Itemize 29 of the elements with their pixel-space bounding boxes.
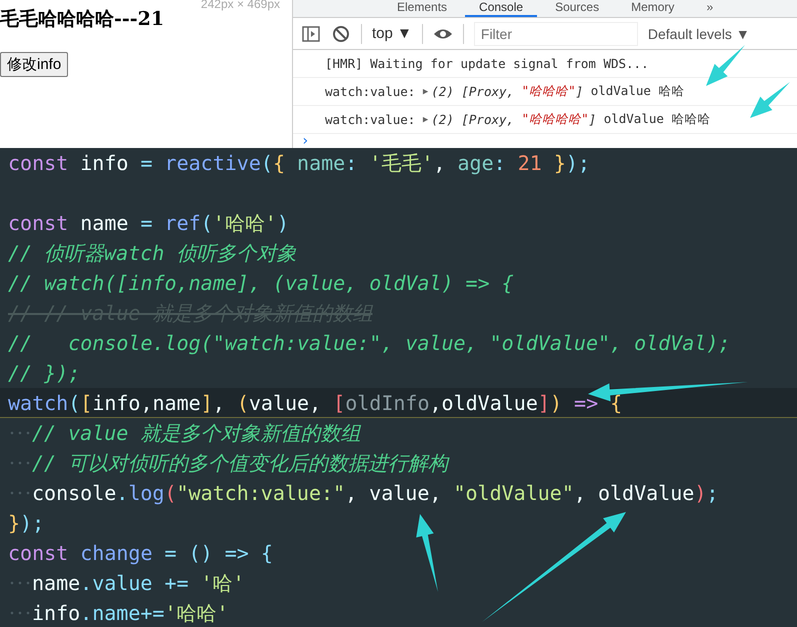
devtools-tab[interactable]: Memory <box>617 0 688 17</box>
devtools-tab[interactable]: Elements <box>383 0 462 17</box>
code-line: }); <box>8 510 44 537</box>
console-prompt[interactable]: › <box>293 134 310 148</box>
clear-console-icon[interactable] <box>331 24 351 44</box>
code-line: console.log("watch:value:", value, "oldValue", oldValue); <box>32 480 718 507</box>
code-line: // 可以对侦听的多个值变化后的数据进行解构 <box>32 450 448 477</box>
context-dropdown[interactable]: top ▼ <box>372 25 412 42</box>
devtools-tab[interactable]: » <box>692 0 728 17</box>
code-line: const info = reactive({ name: '毛毛', age: 21 }); <box>8 150 590 177</box>
code-line: // 侦听器watch 侦听多个对象 <box>8 240 296 267</box>
code-line: // console.log("watch:value:", value, "oldValue", oldVal); <box>8 330 730 357</box>
code-line: // }); <box>8 360 80 387</box>
annotation-arrow <box>706 45 745 86</box>
code-line: // value 就是多个对象新值的数组 <box>32 420 360 447</box>
devtools-tab[interactable]: Sources <box>541 0 614 17</box>
filter-field[interactable]: Filter <box>474 22 638 46</box>
log-levels-dropdown[interactable]: Default levels ▼ <box>648 26 750 42</box>
code-line: info.name+='哈哈' <box>32 600 229 627</box>
code-line: name.value += '哈' <box>32 570 245 597</box>
annotation-arrow <box>750 82 790 118</box>
devtools-tab[interactable]: Console <box>465 0 538 17</box>
sidebar-toggle-icon[interactable] <box>301 24 321 44</box>
edit-info-button[interactable]: 修改info <box>0 52 68 77</box>
code-line: const name = ref('哈哈') <box>8 210 289 237</box>
code-line: const change = () => { <box>8 540 273 567</box>
page-heading: 毛毛哈哈哈哈---21 <box>0 7 166 32</box>
code-line: watch([info,name], (value, [oldInfo,oldValue]) => { <box>8 390 622 417</box>
code-line: // watch([info,name], (value, oldVal) => { <box>8 270 514 297</box>
